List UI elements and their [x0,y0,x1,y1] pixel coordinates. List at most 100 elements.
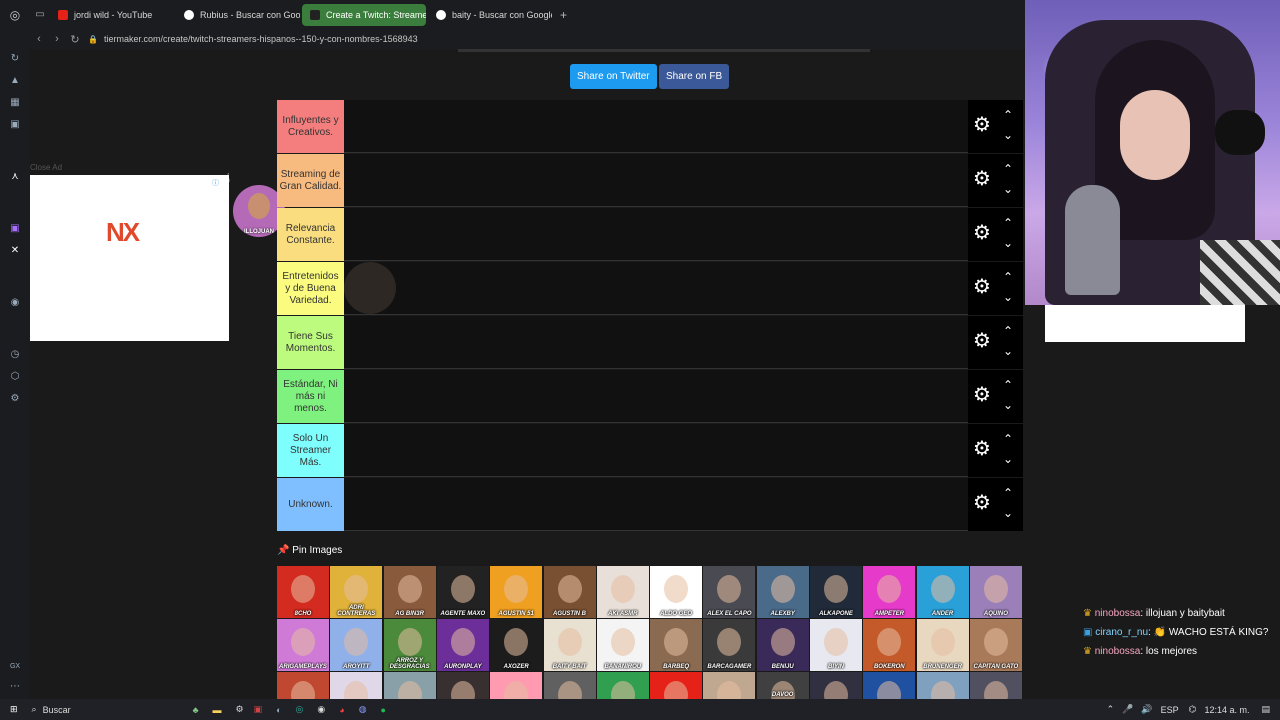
reload-icon[interactable]: ↻ [66,33,84,46]
streamer-tile[interactable] [596,672,649,699]
gear-icon[interactable]: ⚙ [973,115,991,135]
chevron-down-icon[interactable]: ⌄ [1003,506,1013,520]
gx-corner-icon[interactable]: ▦ [9,97,21,109]
tier-row[interactable]: Unknown. ⚙ ⌃ ⌄ [277,478,1023,531]
search-icon[interactable]: ⌕ [32,704,37,715]
settings-app-icon[interactable]: ⚙ [236,704,244,715]
player-icon[interactable]: ◉ [9,297,21,309]
twitch-icon[interactable]: ▣ [9,223,21,235]
tab-baity[interactable]: baity - Buscar con Google [428,4,552,26]
streamer-tile[interactable]: ARIGAMEPLAYS [277,619,329,671]
streamer-tile[interactable] [650,672,703,699]
chevron-down-icon[interactable]: ⌄ [1003,344,1013,358]
edge-icon[interactable]: ◎ [296,704,304,715]
chevron-up-icon[interactable]: ⌃ [1003,270,1013,284]
gear-icon[interactable]: ⚙ [973,277,991,297]
chrome-icon[interactable]: ◕ [339,705,344,715]
chevron-down-icon[interactable]: ⌄ [1003,290,1013,304]
streamer-tile[interactable]: ALKAPONE [810,566,862,618]
tier-label[interactable]: Solo Un Streamer Más. [277,424,344,477]
history-icon[interactable]: ↻ [9,53,21,65]
tab-list-icon[interactable]: ▭ [30,9,50,20]
chevron-down-icon[interactable]: ⌄ [1003,128,1013,142]
streamer-tile[interactable]: ANDER [916,566,969,618]
streamer-tile[interactable]: DAVOO [756,672,809,699]
new-tab-button[interactable]: + [554,8,573,22]
streamer-tile[interactable]: BIYIN [810,619,862,671]
tier-label[interactable]: Relevancia Constante. [277,208,344,261]
streamer-tile[interactable]: BAITY BAIT [543,619,596,671]
tier-row[interactable]: Solo Un Streamer Más. ⚙ ⌃ ⌄ [277,424,1023,477]
chevron-up-icon[interactable]: ⌃ [1003,108,1013,122]
tier-label[interactable]: Tiene Sus Momentos. [277,316,344,369]
streamer-tile[interactable]: BENIJU [756,619,809,671]
streamer-tile[interactable]: ADRI CONTRERAS [330,566,383,618]
tier-row[interactable]: Tiene Sus Momentos. ⚙ ⌃ ⌄ [277,316,1023,369]
streamer-tile[interactable] [383,672,436,699]
obs-icon[interactable]: ◉ [317,704,325,715]
streamer-tile[interactable]: BOKERON [863,619,916,671]
app-icon[interactable]: ▣ [254,704,263,715]
share-twitter-button[interactable]: Share on Twitter [570,64,657,89]
streamer-tile[interactable]: AROYITT [330,619,383,671]
streamer-tile[interactable]: ALEXBY [756,566,809,618]
gx-control-icon[interactable]: ▲ [9,75,21,87]
messenger-icon[interactable]: ▣ [9,119,21,131]
chevron-up-icon[interactable]: ⌃ [1003,324,1013,338]
x-icon[interactable]: ✕ [9,245,21,257]
settings-icon[interactable]: ⚙ [9,393,21,405]
taskbar-search-input[interactable]: Buscar [43,705,163,715]
tab-rubius[interactable]: Rubius - Buscar con Goo [176,4,300,26]
file-explorer-icon[interactable]: ▬ [213,705,222,715]
spotify-icon[interactable]: ● [381,705,386,715]
tier-label[interactable]: Influyentes y Creativos. [277,100,344,153]
streamer-tile[interactable] [703,672,756,699]
back-icon[interactable]: ‹ [30,33,48,45]
tier-row[interactable]: Influyentes y Creativos. ⚙ ⌃ ⌄ [277,100,1023,153]
share-fb-button[interactable]: Share on FB [659,64,730,89]
streamer-tile[interactable] [330,672,383,699]
tier-label[interactable]: Entretenidos y de Buena Variedad. [277,262,344,315]
language-indicator[interactable]: ESP [1161,705,1179,715]
chevron-up-icon[interactable]: ⌃ [1003,162,1013,176]
streamer-tile[interactable]: AGUSTIN B [543,566,596,618]
widget-icon[interactable]: ♣ [193,705,199,715]
gear-icon[interactable]: ⚙ [973,331,991,351]
chevron-down-icon[interactable]: ⌄ [1003,398,1013,412]
ad-banner[interactable]: NX ⓘ [30,175,229,341]
streamer-tile[interactable]: AKI ASMR [596,566,649,618]
streamer-tile[interactable] [863,672,916,699]
chevron-up-icon[interactable]: ⌃ [1003,216,1013,230]
close-ad-button[interactable]: Close Ad [30,163,62,172]
extensions-icon[interactable]: ⬡ [9,371,21,383]
streamer-tile[interactable] [543,672,596,699]
clock[interactable]: 12:14 a. m. [1204,705,1249,715]
more-icon[interactable]: ⋯ [9,681,21,693]
tray-arrow-icon[interactable]: ⌃ [1107,704,1115,715]
windows-start-icon[interactable]: ⊞ [10,704,18,715]
gear-icon[interactable]: ⚙ [973,169,991,189]
streamer-tile[interactable]: BARCAGAMER [703,619,756,671]
url-field[interactable]: tiermaker.com/create/twitch-streamers-hi… [104,34,418,44]
streamer-tile[interactable]: 8CHO [277,566,329,618]
streamer-tile[interactable]: CAPITAN GATO [969,619,1022,671]
chevron-down-icon[interactable]: ⌄ [1003,452,1013,466]
tier-row[interactable]: Streaming de Gran Calidad. ⚙ ⌃ ⌄ [277,154,1023,207]
streamer-tile[interactable] [277,672,329,699]
aria-icon[interactable]: ⋏ [9,171,21,183]
streamer-tile[interactable]: ALEX EL CAPO [703,566,756,618]
tier-row[interactable]: Relevancia Constante. ⚙ ⌃ ⌄ [277,208,1023,261]
streamer-tile[interactable]: AG BIN3R [383,566,436,618]
tier-label[interactable]: Unknown. [277,478,344,531]
gear-icon[interactable]: ⚙ [973,493,991,513]
streamer-tile[interactable] [436,672,489,699]
streamer-tile[interactable]: AMPETER [863,566,916,618]
streamer-tile[interactable]: BARBEQ [650,619,703,671]
pin-images-label[interactable]: 📌 Pin Images [277,545,342,556]
streamer-tile[interactable]: AURONPLAY [436,619,489,671]
tier-label[interactable]: Estándar, Ni más ni menos. [277,370,344,423]
network-icon[interactable]: ⌬ [1189,704,1197,715]
gear-icon[interactable]: ⚙ [973,439,991,459]
streamer-tile[interactable] [810,672,862,699]
streamer-tile[interactable] [916,672,969,699]
